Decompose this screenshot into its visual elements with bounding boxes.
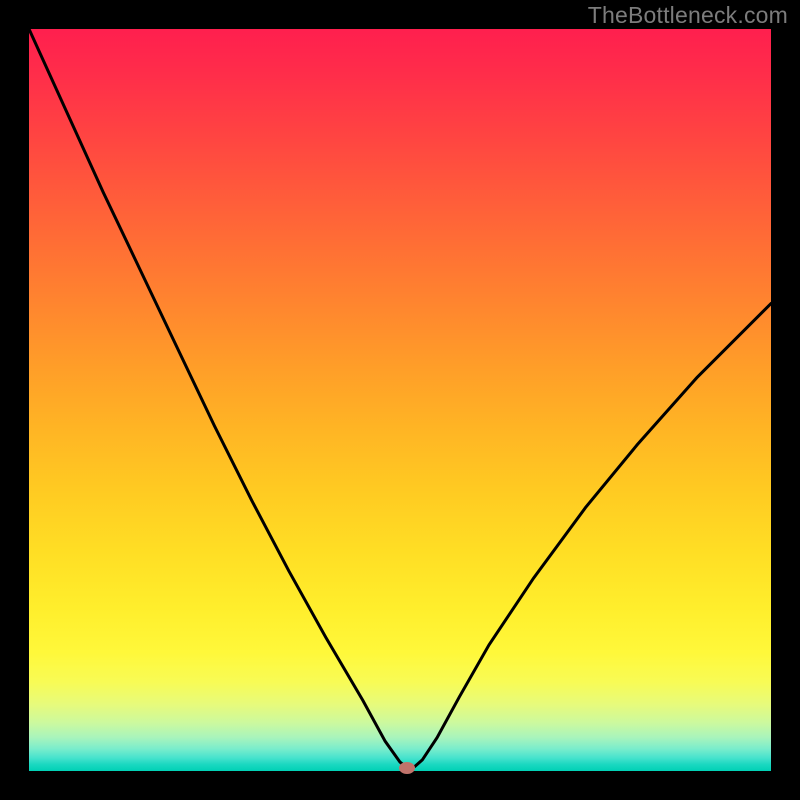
watermark-text: TheBottleneck.com (588, 2, 788, 29)
curve-path (29, 29, 771, 768)
chart-container: TheBottleneck.com (0, 0, 800, 800)
optimal-point-marker (399, 762, 415, 774)
bottleneck-curve (29, 29, 771, 771)
plot-area (29, 29, 771, 771)
